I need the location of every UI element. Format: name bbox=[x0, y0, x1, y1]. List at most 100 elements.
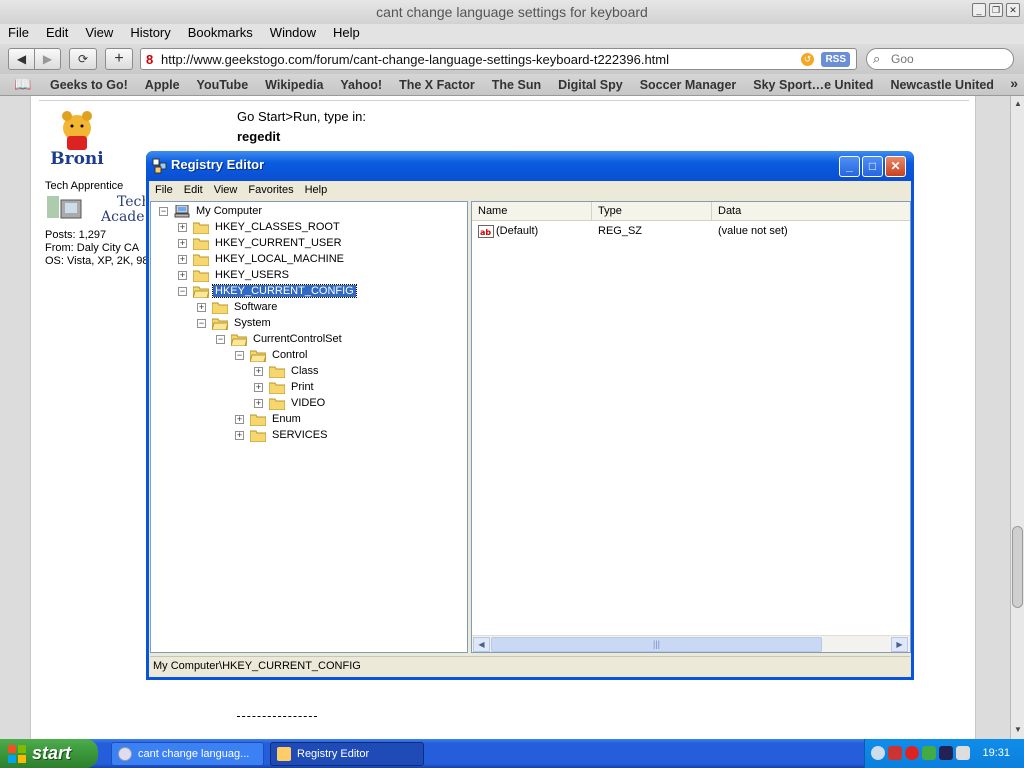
bookmark-newcastle-united[interactable]: Newcastle United bbox=[890, 74, 994, 96]
expand-icon[interactable]: + bbox=[178, 254, 187, 264]
close-icon[interactable]: ✕ bbox=[1006, 3, 1020, 17]
menu-window[interactable]: Window bbox=[270, 24, 316, 44]
add-bookmark-button[interactable]: + bbox=[105, 48, 133, 70]
regedit-maximize-button[interactable]: □ bbox=[862, 156, 883, 177]
tree-node-software[interactable]: + Software bbox=[197, 299, 279, 315]
bookmark-the-sun[interactable]: The Sun bbox=[492, 74, 541, 96]
menu-view[interactable]: View bbox=[85, 24, 113, 44]
search-input[interactable] bbox=[891, 51, 1006, 67]
page-scrollbar[interactable]: ▲ ▼ bbox=[1010, 96, 1024, 739]
scroll-left-icon[interactable]: ◀ bbox=[473, 637, 490, 652]
registry-title-bar[interactable]: Registry Editor _ □ ✕ bbox=[146, 151, 914, 181]
expand-icon[interactable]: + bbox=[178, 270, 187, 280]
scroll-down-icon[interactable]: ▼ bbox=[1012, 724, 1024, 736]
value-row[interactable]: ab (Default) REG_SZ (value not set) bbox=[472, 222, 910, 240]
horizontal-scroll-thumb[interactable]: ||| bbox=[491, 637, 822, 652]
menu-bookmarks[interactable]: Bookmarks bbox=[188, 24, 253, 44]
start-label: start bbox=[32, 743, 72, 763]
address-bar[interactable]: 8 http://www.geekstogo.com/forum/cant-ch… bbox=[140, 48, 857, 70]
regedit-menu-help[interactable]: Help bbox=[305, 181, 328, 200]
tree-node-video[interactable]: + VIDEO bbox=[254, 395, 327, 411]
tree-node-services[interactable]: + SERVICES bbox=[235, 427, 329, 443]
expand-icon[interactable]: + bbox=[254, 398, 263, 408]
search-field[interactable]: ⌕ bbox=[866, 48, 1014, 70]
taskbar-item-safari[interactable]: cant change languag... bbox=[111, 742, 264, 766]
bookmark-soccer-manager[interactable]: Soccer Manager bbox=[640, 74, 737, 96]
collapse-icon[interactable]: − bbox=[235, 350, 244, 360]
tree-node-control[interactable]: − Control bbox=[235, 347, 309, 363]
collapse-icon[interactable]: − bbox=[159, 206, 168, 216]
regedit-minimize-button[interactable]: _ bbox=[839, 156, 860, 177]
column-header-data[interactable]: Data bbox=[712, 202, 910, 220]
snapback-icon[interactable]: ↺ bbox=[801, 53, 814, 66]
registry-tree[interactable]: − My Computer + HKEY_CLASSES_ROOT + HKEY… bbox=[150, 201, 468, 653]
tree-label: Control bbox=[272, 349, 308, 361]
tree-node-hku[interactable]: + HKEY_USERS bbox=[178, 267, 291, 283]
tray-security-icon[interactable] bbox=[905, 746, 919, 760]
forward-button[interactable]: ▶ bbox=[34, 48, 61, 70]
tray-network-icon[interactable] bbox=[922, 746, 936, 760]
minimize-icon[interactable]: _ bbox=[972, 3, 986, 17]
collapse-icon[interactable]: − bbox=[197, 318, 206, 328]
back-button[interactable]: ◀ bbox=[8, 48, 35, 70]
bookmark-digital-spy[interactable]: Digital Spy bbox=[558, 74, 623, 96]
collapse-icon[interactable]: − bbox=[216, 334, 225, 344]
tree-node-hkcu[interactable]: + HKEY_CURRENT_USER bbox=[178, 235, 344, 251]
menu-history[interactable]: History bbox=[130, 24, 170, 44]
expand-icon[interactable]: + bbox=[197, 302, 206, 312]
volume-icon[interactable] bbox=[956, 746, 970, 760]
registry-values-list[interactable]: Name Type Data ab (Default) REG_SZ (valu… bbox=[471, 201, 911, 653]
column-header-name[interactable]: Name bbox=[472, 202, 592, 220]
expand-icon[interactable]: + bbox=[178, 238, 187, 248]
regedit-menu-favorites[interactable]: Favorites bbox=[248, 181, 293, 200]
tree-node-hkcc[interactable]: − HKEY_CURRENT_CONFIG bbox=[178, 283, 357, 299]
scroll-up-icon[interactable]: ▲ bbox=[1012, 98, 1024, 110]
bookmarks-overflow-icon[interactable]: » bbox=[1010, 75, 1018, 91]
restore-icon[interactable]: ❐ bbox=[989, 3, 1003, 17]
bookmark-x-factor[interactable]: The X Factor bbox=[399, 74, 475, 96]
close-icon: ✕ bbox=[890, 159, 901, 173]
expand-icon[interactable]: + bbox=[178, 222, 187, 232]
regedit-menu-file[interactable]: File bbox=[155, 181, 173, 200]
bookmark-sky-sports[interactable]: Sky Sport…e United bbox=[753, 74, 873, 96]
regedit-close-button[interactable]: ✕ bbox=[885, 156, 906, 177]
tree-label: Print bbox=[291, 381, 314, 393]
tree-node-print[interactable]: + Print bbox=[254, 379, 316, 395]
tray-shield-icon[interactable] bbox=[888, 746, 902, 760]
reload-button[interactable]: ⟳ bbox=[69, 48, 97, 70]
collapse-icon[interactable]: − bbox=[178, 286, 187, 296]
expand-icon[interactable]: + bbox=[254, 382, 263, 392]
expand-icon[interactable]: + bbox=[254, 366, 263, 376]
expand-icon[interactable]: + bbox=[235, 414, 244, 424]
bookmark-youtube[interactable]: YouTube bbox=[197, 74, 249, 96]
tree-node-currentcontrolset[interactable]: − CurrentControlSet bbox=[216, 331, 344, 347]
bookmark-apple[interactable]: Apple bbox=[145, 74, 180, 96]
taskbar-item-regedit[interactable]: Registry Editor bbox=[270, 742, 424, 766]
regedit-menu-edit[interactable]: Edit bbox=[184, 181, 203, 200]
tree-node-hklm[interactable]: + HKEY_LOCAL_MACHINE bbox=[178, 251, 346, 267]
tree-node-system[interactable]: − System bbox=[197, 315, 273, 331]
menu-help[interactable]: Help bbox=[333, 24, 360, 44]
bookmark-yahoo[interactable]: Yahoo! bbox=[340, 74, 382, 96]
menu-edit[interactable]: Edit bbox=[46, 24, 68, 44]
start-button[interactable]: start bbox=[0, 739, 98, 768]
column-header-type[interactable]: Type bbox=[592, 202, 712, 220]
scroll-thumb[interactable] bbox=[1012, 526, 1023, 608]
values-horizontal-scrollbar[interactable]: ◀ ||| ▶ bbox=[472, 635, 910, 652]
tree-node-hkcr[interactable]: + HKEY_CLASSES_ROOT bbox=[178, 219, 342, 235]
tray-back-icon[interactable] bbox=[871, 746, 885, 760]
tree-node-class[interactable]: + Class bbox=[254, 363, 321, 379]
address-url[interactable]: http://www.geekstogo.com/forum/cant-chan… bbox=[161, 52, 669, 67]
tree-node-my-computer[interactable]: − My Computer bbox=[159, 203, 264, 219]
regedit-menu-view[interactable]: View bbox=[214, 181, 238, 200]
back-arrow-icon: ◀ bbox=[16, 52, 27, 66]
scroll-right-icon[interactable]: ▶ bbox=[891, 637, 908, 652]
expand-icon[interactable]: + bbox=[235, 430, 244, 440]
bluetooth-icon[interactable] bbox=[939, 746, 953, 760]
tree-node-enum[interactable]: + Enum bbox=[235, 411, 303, 427]
menu-file[interactable]: File bbox=[8, 24, 29, 44]
bookmark-wikipedia[interactable]: Wikipedia bbox=[265, 74, 323, 96]
bookmark-geeks-to-go[interactable]: Geeks to Go! bbox=[50, 74, 128, 96]
rss-button[interactable]: RSS bbox=[821, 52, 850, 67]
bookmarks-book-icon[interactable]: 📖 bbox=[14, 76, 31, 93]
